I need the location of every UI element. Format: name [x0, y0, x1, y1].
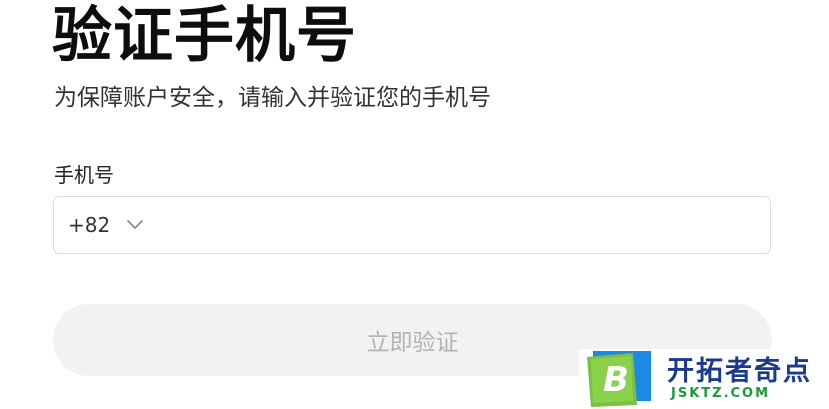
phone-number-input[interactable] [143, 197, 770, 253]
page-subtitle: 为保障账户安全，请输入并验证您的手机号 [54, 85, 491, 111]
page-title: 验证手机号 [52, 1, 357, 71]
watermark: B 开拓者奇点 JSKTZ.COM [579, 349, 829, 409]
watermark-name: 开拓者奇点 [667, 356, 812, 387]
country-code-value: +82 [68, 213, 111, 237]
chevron-down-icon [127, 217, 144, 233]
b-logo-icon: B [585, 349, 655, 409]
phone-field: +82 [53, 196, 771, 254]
svg-text:B: B [603, 360, 629, 400]
watermark-domain: JSKTZ.COM [671, 386, 771, 401]
phone-label: 手机号 [54, 163, 114, 187]
country-code-select[interactable]: +82 [68, 197, 144, 253]
verify-phone-page: 验证手机号 为保障账户安全，请输入并验证您的手机号 手机号 +82 立即验证 B… [0, 0, 829, 409]
